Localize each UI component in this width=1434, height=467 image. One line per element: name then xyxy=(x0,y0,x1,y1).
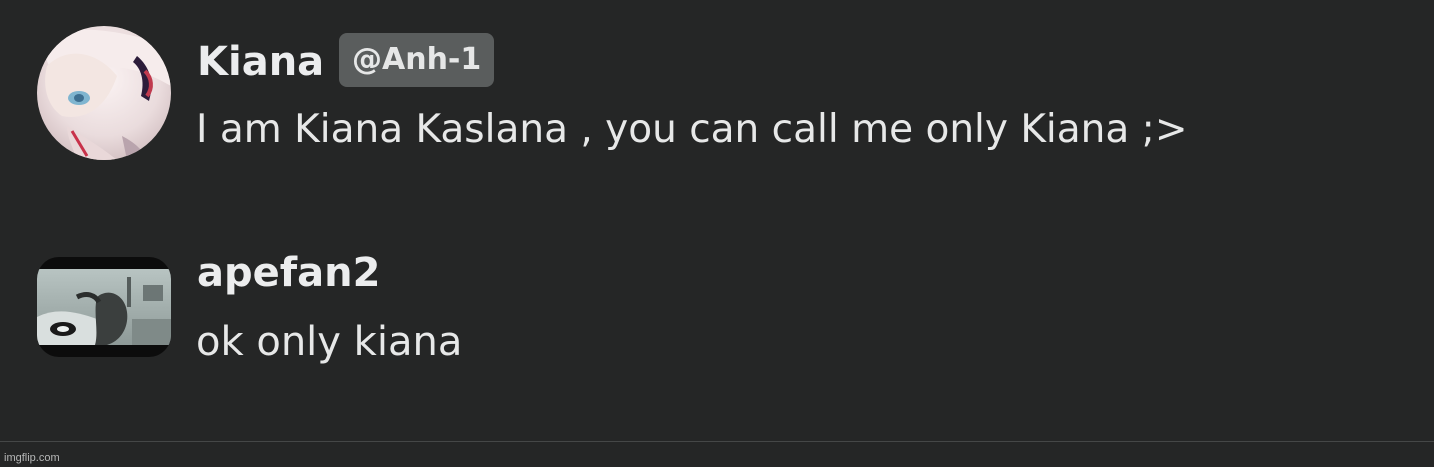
apefan2-avatar-icon[interactable] xyxy=(37,257,171,357)
user-handle-badge[interactable]: @Anh-1 xyxy=(339,33,495,87)
message-username[interactable]: Kiana xyxy=(197,38,324,86)
message-username[interactable]: apefan2 xyxy=(197,249,380,297)
message-text: ok only kiana xyxy=(196,319,463,365)
kiana-avatar-icon[interactable] xyxy=(37,26,171,160)
imgflip-watermark: imgflip.com xyxy=(4,452,60,464)
message-text: I am Kiana Kaslana , you can call me onl… xyxy=(196,107,1188,152)
footer-divider xyxy=(0,441,1434,442)
chat-canvas: Kiana @Anh-1 I am Kiana Kaslana , you ca… xyxy=(0,0,1434,467)
